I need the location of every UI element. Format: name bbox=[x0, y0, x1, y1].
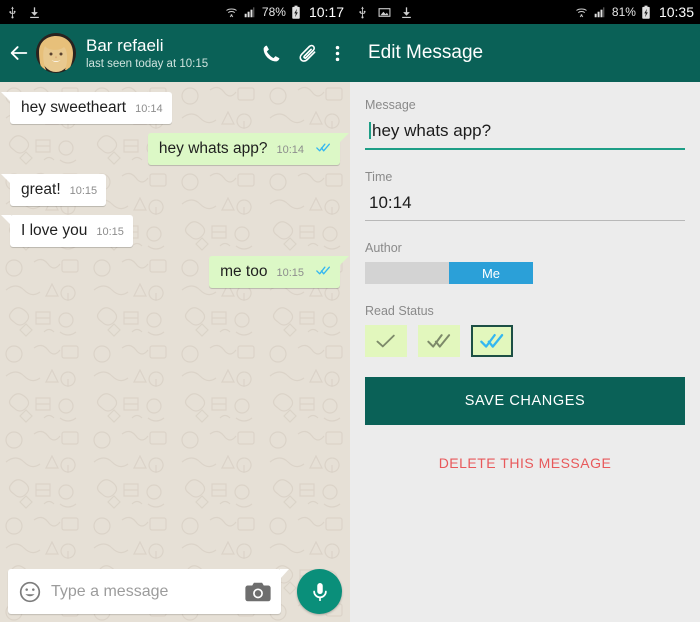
signal-icon bbox=[594, 7, 605, 18]
time-field-label: Time bbox=[365, 170, 393, 184]
camera-icon[interactable] bbox=[245, 581, 271, 603]
message-field-value: hey whats app? bbox=[372, 121, 492, 140]
left-status-indicators: 78% 10:17 bbox=[224, 4, 344, 20]
chat-message-area: hey sweetheart 10:14 hey whats app? 10:1… bbox=[0, 82, 350, 622]
contact-name: Bar refaeli bbox=[86, 35, 164, 55]
read-status-option-delivered[interactable] bbox=[418, 325, 460, 357]
message-composer: Type a message bbox=[0, 569, 350, 614]
download-icon bbox=[30, 6, 39, 18]
message-field-label: Message bbox=[365, 98, 416, 112]
double-check-icon bbox=[427, 334, 451, 348]
back-arrow-icon[interactable] bbox=[8, 42, 30, 64]
voice-record-button[interactable] bbox=[297, 569, 342, 614]
editor-pane: 81% 10:35 Edit Message Message hey whats… bbox=[350, 0, 700, 622]
read-receipt-double-check-icon bbox=[316, 140, 331, 158]
more-vertical-icon[interactable] bbox=[335, 43, 340, 64]
read-receipt-double-check-icon bbox=[316, 263, 331, 281]
time-field-input[interactable]: 10:14 bbox=[365, 191, 685, 221]
message-row: me too 10:15 bbox=[10, 256, 349, 288]
chat-header-titles: Bar refaeli last seen today at 10:15 bbox=[86, 36, 255, 71]
message-text: hey sweetheart bbox=[21, 99, 127, 116]
time-field-group: Time 10:14 bbox=[365, 170, 685, 221]
message-field-input[interactable]: hey whats app? bbox=[365, 119, 685, 150]
editor-form: Message hey whats app? Time 10:14 Author… bbox=[350, 82, 700, 622]
right-battery-percent: 81% bbox=[611, 5, 636, 19]
battery-charging-icon bbox=[292, 5, 300, 19]
message-time: 10:15 bbox=[276, 267, 304, 279]
message-field-group: Message hey whats app? bbox=[365, 98, 685, 150]
message-bubble-incoming[interactable]: great! 10:15 bbox=[0, 174, 107, 206]
message-list: hey sweetheart 10:14 hey whats app? 10:1… bbox=[0, 82, 350, 288]
single-check-icon bbox=[376, 334, 395, 348]
avatar[interactable] bbox=[36, 33, 76, 73]
microphone-icon bbox=[312, 582, 327, 601]
message-bubble-incoming[interactable]: hey sweetheart 10:14 bbox=[1, 92, 172, 124]
left-status-time: 10:17 bbox=[308, 4, 344, 20]
right-status-indicators: 81% 10:35 bbox=[574, 4, 694, 20]
right-status-icons bbox=[356, 6, 413, 19]
chat-header-actions bbox=[261, 43, 340, 64]
message-bubble-incoming[interactable]: I love you 10:15 bbox=[1, 215, 133, 247]
message-bubble-outgoing[interactable]: me too 10:15 bbox=[209, 256, 349, 288]
right-status-time: 10:35 bbox=[658, 4, 694, 20]
message-bubble-outgoing[interactable]: hey whats app? 10:14 bbox=[147, 133, 350, 165]
editor-header: Edit Message bbox=[350, 24, 700, 82]
download-icon bbox=[402, 6, 411, 18]
message-time: 10:15 bbox=[96, 226, 124, 238]
message-text: hey whats app? bbox=[158, 140, 268, 157]
author-field-group: Author Me bbox=[365, 241, 685, 284]
screenshot-icon bbox=[378, 7, 391, 17]
wifi-icon bbox=[226, 8, 237, 18]
usb-icon bbox=[359, 6, 366, 18]
app-screen: 78% 10:17 Bar refaeli last seen today at… bbox=[0, 0, 700, 622]
author-option-me[interactable]: Me bbox=[449, 262, 533, 284]
wifi-icon bbox=[576, 8, 587, 18]
save-button[interactable]: SAVE CHANGES bbox=[365, 377, 685, 425]
read-status-options bbox=[365, 325, 685, 357]
message-row: great! 10:15 bbox=[0, 174, 340, 206]
chat-header: Bar refaeli last seen today at 10:15 bbox=[0, 24, 350, 82]
read-status-option-read[interactable] bbox=[471, 325, 513, 357]
text-cursor bbox=[369, 122, 371, 139]
left-status-icons bbox=[6, 6, 41, 19]
author-field-label: Author bbox=[365, 241, 402, 255]
author-option-contact[interactable] bbox=[365, 262, 449, 284]
message-row: hey whats app? 10:14 bbox=[10, 133, 350, 165]
message-time: 10:14 bbox=[276, 144, 304, 156]
message-time: 10:15 bbox=[69, 185, 98, 197]
right-status-bar: 81% 10:35 bbox=[350, 0, 700, 24]
message-text: me too bbox=[220, 263, 268, 280]
contact-avatar-image bbox=[36, 33, 76, 73]
read-status-option-sent[interactable] bbox=[365, 325, 407, 357]
battery-charging-icon bbox=[642, 5, 650, 19]
left-battery-percent: 78% bbox=[261, 5, 286, 19]
signal-icon bbox=[244, 7, 255, 18]
left-status-bar: 78% 10:17 bbox=[0, 0, 350, 24]
emoji-smiley-icon[interactable] bbox=[18, 580, 42, 604]
contact-status: last seen today at 10:15 bbox=[86, 57, 209, 70]
message-row: hey sweetheart 10:14 bbox=[1, 92, 340, 124]
message-row: I love you 10:15 bbox=[1, 215, 340, 247]
message-text: I love you bbox=[21, 222, 88, 239]
message-time: 10:14 bbox=[135, 103, 163, 115]
double-check-blue-icon bbox=[480, 334, 504, 348]
delete-message-button[interactable]: DELETE THIS MESSAGE bbox=[365, 455, 685, 471]
paperclip-icon[interactable] bbox=[298, 43, 319, 64]
phone-icon[interactable] bbox=[261, 43, 282, 64]
message-text: great! bbox=[21, 181, 61, 198]
chat-pane: 78% 10:17 Bar refaeli last seen today at… bbox=[0, 0, 350, 622]
read-status-field-label: Read Status bbox=[365, 304, 434, 318]
message-input[interactable]: Type a message bbox=[8, 569, 289, 614]
page-title: Edit Message bbox=[368, 42, 484, 63]
author-segmented-control: Me bbox=[365, 262, 533, 284]
usb-icon bbox=[9, 6, 16, 18]
read-status-field-group: Read Status bbox=[365, 304, 685, 357]
message-input-placeholder: Type a message bbox=[51, 582, 169, 600]
time-field-value: 10:14 bbox=[369, 193, 412, 212]
